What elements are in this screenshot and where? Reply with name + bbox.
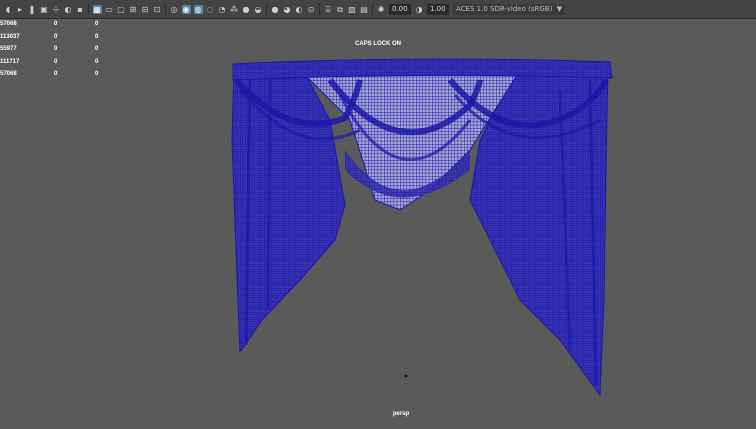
hud-value: 0 (54, 58, 58, 65)
smooth-shade-icon[interactable]: ◉ (181, 4, 191, 14)
chevron-down-icon: ▼ (556, 4, 562, 13)
gamma-field[interactable]: 1.00 (427, 3, 449, 15)
camera-name-label: persp (392, 411, 410, 417)
depth-of-field-icon[interactable]: ● (271, 5, 280, 14)
toolbar-separator (165, 3, 166, 15)
hud-value: 0 (54, 21, 58, 28)
use-all-lights-icon[interactable]: ◌ (206, 5, 215, 14)
wireframe-icon[interactable]: ◎ (170, 5, 179, 14)
grid-icon[interactable]: ⊹ (52, 5, 61, 14)
poly-count-hud: 57068 0 0 113037 0 0 55977 0 0 111717 0 … (0, 18, 135, 81)
hud-value: 0 (95, 71, 99, 78)
film-gate-icon[interactable]: ◐ (64, 5, 73, 14)
hud-value: 0 (54, 33, 58, 40)
bookmark-icon[interactable]: ❚ (28, 5, 37, 14)
shadows-icon[interactable]: ◔ (218, 5, 227, 14)
hud-value: 0 (95, 33, 99, 40)
hud-row: 57068 0 0 (0, 18, 135, 31)
pivot-marker (404, 374, 408, 378)
select-camera-icon[interactable]: ⧉ (336, 5, 345, 14)
panel-toolbar: ◖ ▸ ❚ ▣ ⊹ ◐ ▪ ▦ ▭ ▢ ⊞ ⊟ ⊡ ◎ ◉ ◍ ◌ ◔ ⁂ ● … (0, 0, 756, 19)
exposure-icon[interactable]: ✺ (377, 5, 386, 14)
hud-value: 0 (95, 58, 99, 65)
curtain-wireframe (231, 58, 613, 397)
screen-space-ao-icon[interactable]: ⁂ (230, 5, 239, 14)
hud-value: 0 (54, 71, 58, 78)
gamma-icon[interactable]: ◑ (415, 5, 424, 14)
hud-icon[interactable]: ▤ (360, 5, 369, 14)
hud-value: 57068 (0, 21, 17, 28)
toolbar-separator (319, 3, 320, 15)
toolbar-separator (372, 3, 373, 15)
hud-row: 57068 0 0 (0, 68, 135, 81)
motion-blur-icon[interactable]: ● (242, 5, 251, 14)
field-chart-icon[interactable]: ▢ (117, 5, 126, 14)
safe-action-icon[interactable]: ⊞ (129, 5, 138, 14)
grid-toggle-icon[interactable]: ▦ (92, 4, 102, 14)
gate-mask-icon[interactable]: ▭ (105, 5, 114, 14)
exposure-field[interactable]: 0.00 (389, 3, 411, 15)
toolbar-separator (266, 3, 267, 15)
xray-icon[interactable]: ◕ (283, 5, 292, 14)
textured-icon[interactable]: ◍ (193, 4, 203, 14)
antialiasing-icon[interactable]: ◒ (254, 5, 263, 14)
hud-value: 0 (54, 46, 58, 53)
hud-value: 0 (95, 21, 99, 28)
toolbar-separator (88, 3, 89, 15)
safe-title-icon[interactable]: ⊟ (141, 5, 150, 14)
xray-components-icon[interactable]: ⊙ (307, 5, 316, 14)
isolate-select-icon[interactable]: ⊡ (153, 5, 162, 14)
camera-icon[interactable]: ◖ (4, 5, 13, 14)
hud-value: 55977 (0, 46, 17, 53)
xray-joints-icon[interactable]: ◐ (295, 5, 304, 14)
hud-row: 111717 0 0 (0, 56, 135, 69)
hud-value: 113037 (0, 33, 20, 40)
hud-value: 111717 (0, 58, 20, 65)
image-plane-toggle-icon[interactable]: ▧ (348, 5, 357, 14)
camera-attributes-icon[interactable]: ▸ (16, 5, 25, 14)
image-plane-icon[interactable]: ▣ (40, 5, 49, 14)
caps-lock-message: CAPS LOCK ON (354, 41, 401, 47)
hud-value: 57068 (0, 71, 17, 78)
colorspace-dropdown[interactable]: ACES 1.0 SDR-video (sRGB) ▼ (453, 3, 565, 15)
colorspace-label: ACES 1.0 SDR-video (sRGB) (456, 4, 553, 13)
isolate-view-icon[interactable]: ⌸ (324, 5, 333, 14)
viewport-3d[interactable] (0, 20, 756, 425)
resolution-gate-icon[interactable]: ▪ (76, 5, 85, 14)
hud-value: 0 (95, 46, 99, 53)
